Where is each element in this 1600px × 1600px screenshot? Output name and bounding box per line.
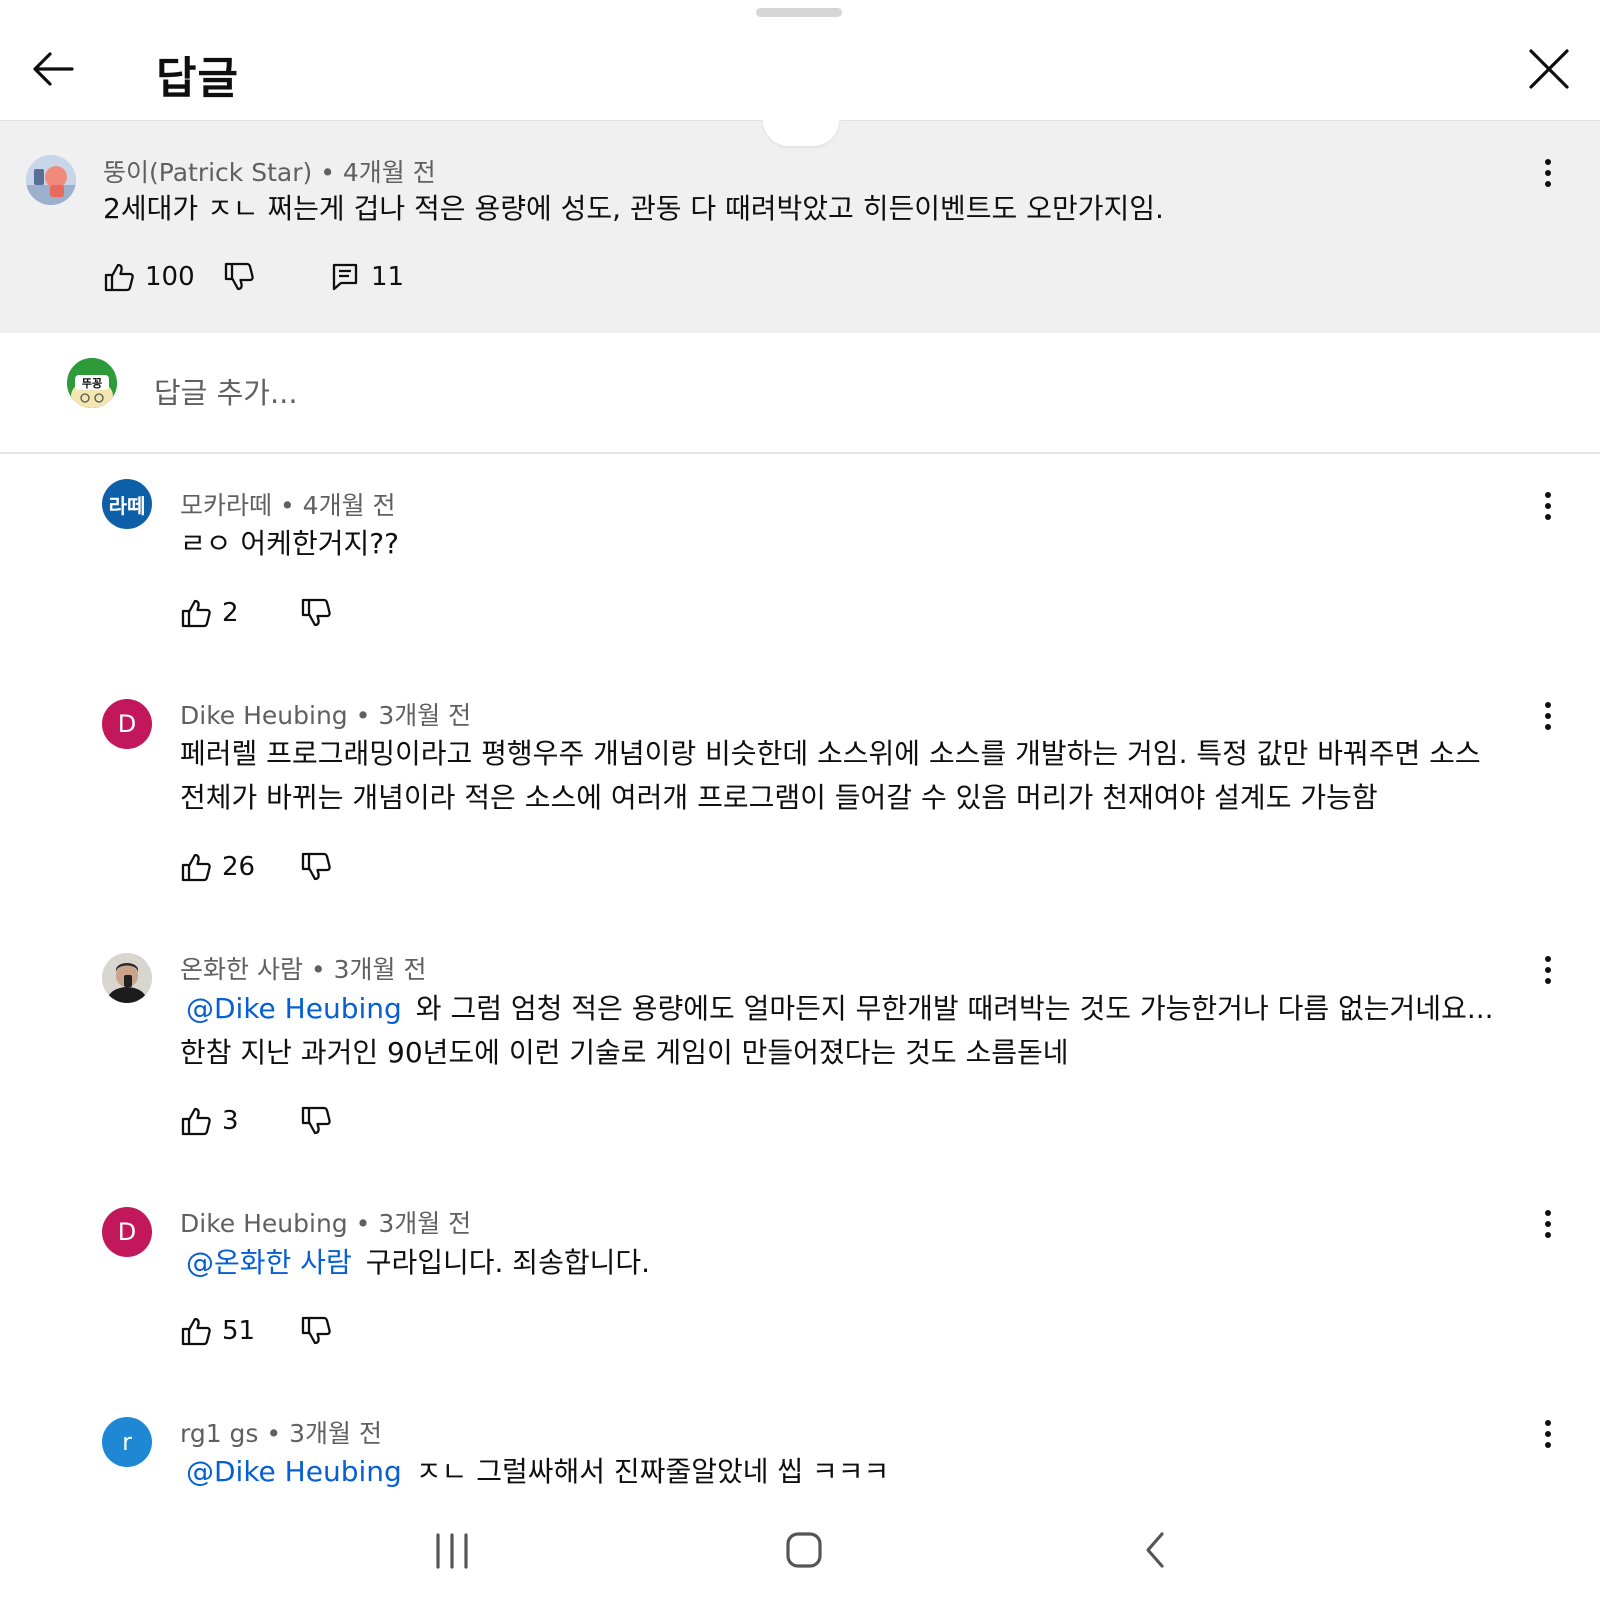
svg-text:뚜꽁: 뚜꽁 bbox=[82, 377, 102, 390]
add-reply-row: 뚜꽁 답글 추가... bbox=[0, 332, 1600, 454]
meta-separator: • bbox=[266, 1419, 290, 1448]
dislike-button[interactable] bbox=[300, 1101, 332, 1141]
meta-separator: • bbox=[310, 955, 334, 984]
author-name[interactable]: 온화한 사람 bbox=[180, 955, 303, 984]
reply-count-button[interactable]: 11 bbox=[331, 257, 404, 297]
home-icon[interactable] bbox=[784, 1530, 824, 1570]
thumbs-up-icon bbox=[181, 853, 211, 882]
system-back-icon[interactable] bbox=[1142, 1530, 1168, 1570]
comment-meta: 모카라떼 • 4개월 전 bbox=[180, 486, 396, 522]
like-count: 100 bbox=[145, 262, 195, 292]
like-count: 51 bbox=[222, 1316, 256, 1346]
meta-separator: • bbox=[355, 701, 379, 730]
comment-text: 2세대가 ㅈㄴ 쩌는게 겁나 적은 용량에 성도, 관동 다 때려박았고 히든이… bbox=[103, 192, 1164, 225]
like-button[interactable]: 100 bbox=[103, 257, 195, 297]
thumbs-up-icon bbox=[181, 599, 211, 628]
meta-separator: • bbox=[320, 158, 343, 187]
like-button[interactable]: 3 bbox=[180, 1101, 239, 1141]
author-name[interactable]: rg1 gs bbox=[180, 1419, 258, 1448]
recent-apps-icon[interactable] bbox=[434, 1532, 470, 1570]
comment-time: 3개월 전 bbox=[289, 1419, 382, 1448]
more-options-icon[interactable] bbox=[1538, 950, 1558, 990]
like-button[interactable]: 2 bbox=[180, 593, 239, 633]
dislike-button[interactable] bbox=[223, 257, 255, 297]
like-count: 26 bbox=[222, 852, 256, 882]
like-count: 3 bbox=[222, 1106, 239, 1136]
comment-time: 3개월 전 bbox=[333, 955, 427, 984]
avatar[interactable]: r bbox=[102, 1417, 152, 1467]
avatar[interactable]: 라떼 bbox=[102, 479, 152, 529]
comment-text-line: 한참 지난 과거인 90년도에 이런 기술로 게임이 만들어졌다는 것도 소름돋… bbox=[180, 1036, 1069, 1069]
reply-count: 11 bbox=[371, 262, 405, 292]
thumbs-down-icon bbox=[301, 1316, 331, 1345]
comment-text: ㅈㄴ 그럴싸해서 진짜줄알았네 씹 ㅋㅋㅋ bbox=[415, 1455, 890, 1488]
author-name[interactable]: Dike Heubing bbox=[180, 1209, 348, 1238]
more-options-icon[interactable] bbox=[1538, 1414, 1558, 1454]
meta-separator: • bbox=[355, 1209, 379, 1238]
comment-time: 3개월 전 bbox=[378, 701, 472, 730]
comment-text-line: @Dike Heubing 와 그럼 엄청 적은 용량에도 얼마든지 무한개발 때… bbox=[180, 987, 1494, 1031]
more-options-icon[interactable] bbox=[1538, 696, 1558, 736]
comment-time: 4개월 전 bbox=[302, 491, 396, 520]
like-button[interactable]: 26 bbox=[180, 847, 255, 887]
page-title: 답글 bbox=[156, 53, 239, 104]
like-button[interactable]: 51 bbox=[180, 1311, 255, 1351]
author-name[interactable]: 모카라떼 bbox=[180, 491, 272, 520]
comment-text: ㄹㅇ 어케한거지?? bbox=[180, 527, 399, 560]
comment-text-line: 전체가 바뀌는 개념이라 적은 소스에 여러개 프로그램이 들어갈 수 있음 머… bbox=[180, 781, 1378, 814]
comment-text-line: @온화한 사람 구라입니다. 죄송합니다. bbox=[180, 1241, 650, 1285]
sheet-drag-handle[interactable] bbox=[756, 8, 842, 17]
author-name[interactable]: Dike Heubing bbox=[180, 701, 348, 730]
dislike-button[interactable] bbox=[300, 847, 332, 887]
comment-time: 3개월 전 bbox=[378, 1209, 472, 1238]
thumbs-down-icon bbox=[301, 1106, 331, 1135]
comment-text-line: 페러렐 프로그래밍이라고 평행우주 개념이랑 비슷한데 소스위에 소스를 개발하… bbox=[180, 737, 1481, 770]
comment-text: 구라입니다. 죄송합니다. bbox=[365, 1246, 651, 1279]
avatar[interactable] bbox=[102, 953, 152, 1003]
comment-text-line: @Dike Heubing ㅈㄴ 그럴싸해서 진짜줄알았네 씹 ㅋㅋㅋ bbox=[180, 1450, 889, 1494]
avatar[interactable] bbox=[26, 155, 76, 205]
thumbs-up-icon bbox=[181, 1317, 211, 1346]
system-navigation-bar bbox=[0, 1510, 1600, 1600]
more-options-icon[interactable] bbox=[1538, 153, 1558, 193]
avatar[interactable]: D bbox=[102, 1207, 152, 1257]
like-count: 2 bbox=[222, 598, 239, 628]
thumbs-up-icon bbox=[104, 263, 134, 292]
dislike-button[interactable] bbox=[300, 1311, 332, 1351]
comment-icon bbox=[332, 263, 358, 291]
mention-link[interactable]: @온화한 사람 bbox=[186, 1246, 352, 1279]
thumbs-down-icon bbox=[301, 852, 331, 881]
comment-time: 4개월 전 bbox=[342, 158, 436, 187]
thumbs-down-icon bbox=[301, 598, 331, 627]
thumbs-up-icon bbox=[181, 1107, 211, 1136]
comment-text: 와 그럼 엄청 적은 용량에도 얼마든지 무한개발 때려박는 것도 가능한거나 … bbox=[415, 992, 1494, 1025]
parent-comment: 뚱이(Patrick Star) • 4개월 전 2세대가 ㅈㄴ 쩌는게 겁나 … bbox=[0, 120, 1600, 333]
more-options-icon[interactable] bbox=[1538, 486, 1558, 526]
comment-meta: 뚱이(Patrick Star) • 4개월 전 bbox=[103, 153, 436, 189]
add-reply-input[interactable]: 답글 추가... bbox=[154, 370, 298, 412]
close-icon[interactable] bbox=[1526, 46, 1572, 92]
author-name[interactable]: 뚱이(Patrick Star) bbox=[103, 158, 312, 187]
user-avatar: 뚜꽁 bbox=[67, 358, 117, 408]
replies-header: 답글 bbox=[0, 20, 1600, 120]
mention-link[interactable]: @Dike Heubing bbox=[186, 1455, 402, 1488]
more-options-icon[interactable] bbox=[1538, 1204, 1558, 1244]
meta-separator: • bbox=[279, 491, 303, 520]
mention-link[interactable]: @Dike Heubing bbox=[186, 992, 402, 1025]
comment-meta: Dike Heubing • 3개월 전 bbox=[180, 1204, 471, 1240]
back-arrow-icon[interactable] bbox=[28, 46, 78, 92]
thumbs-down-icon bbox=[224, 262, 254, 291]
avatar[interactable]: D bbox=[102, 699, 152, 749]
comment-meta: Dike Heubing • 3개월 전 bbox=[180, 696, 471, 732]
dislike-button[interactable] bbox=[300, 593, 332, 633]
comment-meta: rg1 gs • 3개월 전 bbox=[180, 1414, 382, 1450]
comment-meta: 온화한 사람 • 3개월 전 bbox=[180, 950, 426, 986]
